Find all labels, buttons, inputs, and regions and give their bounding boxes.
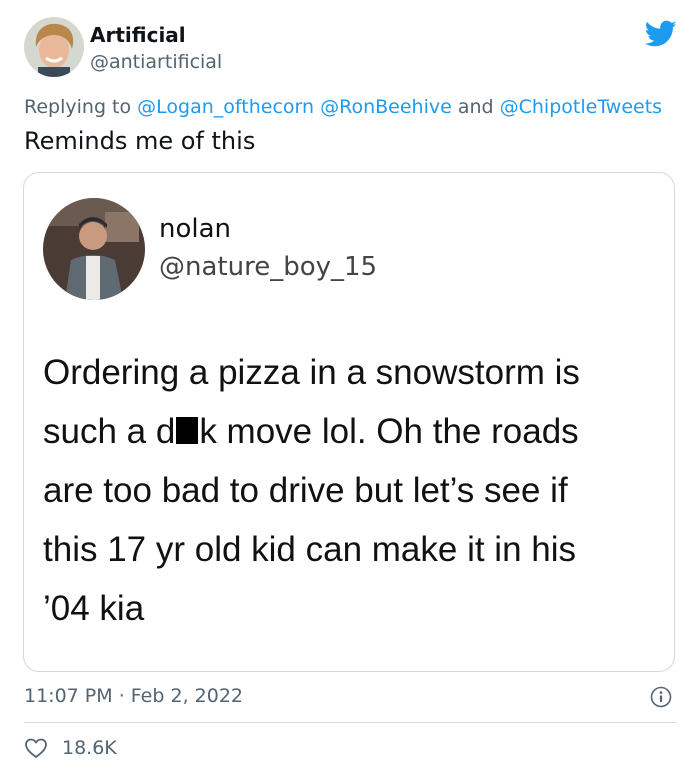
reply-conjunction: and [457,96,494,118]
quoted-author-avatar [43,198,145,300]
redaction-box [176,417,199,444]
author-handle[interactable]: @antiartificial [90,50,222,74]
quoted-text-line: this 17 yr old kid can make it in his [43,530,577,569]
reply-context: Replying to @Logan_ofthecorn @RonBeehive… [24,95,662,119]
tweet: Artificial @antiartificial Replying to @… [0,0,700,777]
quoted-text-line: such a d k move lol. Oh the roads [43,402,663,461]
author-avatar[interactable] [24,17,84,77]
meta-separator: · [118,685,125,707]
author-name[interactable]: Artificial [90,23,186,47]
heart-icon [25,738,47,758]
quoted-author-name: nolan [159,214,232,244]
quoted-text-line: ’04 kia [43,589,145,628]
quoted-text-line: Ordering a pizza in a snowstorm is [43,353,580,392]
mention-link[interactable]: @Logan_ofthecorn [137,96,314,118]
mention-link[interactable]: @ChipotleTweets [500,96,662,118]
twitter-bird-icon [644,20,677,48]
like-button[interactable]: 18.6K [24,735,117,761]
quoted-author-handle: @nature_boy_15 [159,252,378,282]
mention-link[interactable]: @RonBeehive [320,96,452,118]
tweet-date: Feb 2, 2022 [130,685,243,707]
quoted-text-segment: k move lol. Oh the roads [199,412,579,451]
info-icon[interactable] [650,686,672,708]
quoted-text-line: are too bad to drive but let’s see if [43,471,568,510]
like-count: 18.6K [62,737,117,759]
tweet-timestamp[interactable]: 11:07 PM · Feb 2, 2022 [24,684,243,708]
quoted-text-segment: such a d [43,412,176,451]
tweet-text: Reminds me of this [24,127,256,155]
quoted-tweet-card[interactable]: nolan @nature_boy_15 Ordering a pizza in… [23,172,675,672]
tweet-time: 11:07 PM [24,685,113,707]
quoted-tweet-text: Ordering a pizza in a snowstorm is such … [43,343,663,638]
divider [24,722,676,723]
reply-prefix: Replying to [24,96,132,118]
